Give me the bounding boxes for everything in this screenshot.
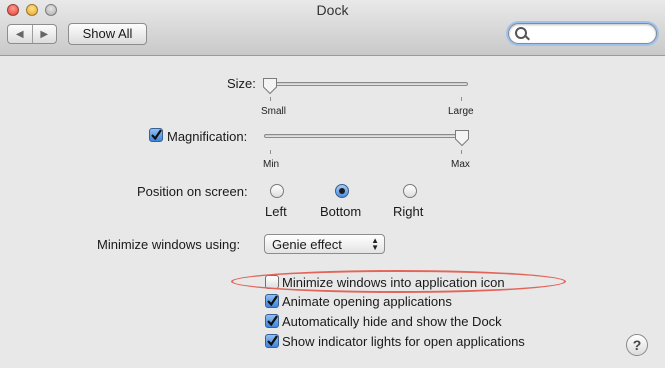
show-all-button[interactable]: Show All bbox=[68, 23, 147, 45]
indicator-lights-label: Show indicator lights for open applicati… bbox=[282, 334, 525, 349]
back-forward-control: ◀ ▶ bbox=[7, 24, 57, 44]
magnification-max-label: Max bbox=[451, 159, 470, 170]
search-icon bbox=[515, 27, 527, 39]
indicator-lights-checkbox[interactable] bbox=[265, 334, 279, 348]
magnification-slider-thumb[interactable] bbox=[454, 129, 470, 147]
dock-preferences-window: Dock ◀ ▶ Show All Size: Small Large Magn… bbox=[0, 0, 665, 368]
size-min-label: Small bbox=[261, 106, 287, 117]
position-label: Position on screen: bbox=[137, 184, 248, 199]
highlight-oval bbox=[231, 270, 566, 293]
magnification-min-label: Min bbox=[263, 159, 280, 170]
checkmark-icon bbox=[151, 129, 162, 141]
magnification-max-tick bbox=[461, 150, 462, 154]
size-slider-thumb[interactable] bbox=[262, 77, 278, 95]
size-min-tick bbox=[270, 97, 271, 101]
animate-opening-checkbox[interactable] bbox=[265, 294, 279, 308]
popup-arrows-icon: ▲ ▼ bbox=[371, 236, 379, 252]
size-max-label: Large bbox=[448, 106, 474, 117]
search-field[interactable] bbox=[508, 23, 657, 44]
back-icon[interactable]: ◀ bbox=[8, 25, 32, 43]
minimize-effect-value: Genie effect bbox=[272, 237, 342, 252]
autohide-dock-checkbox[interactable] bbox=[265, 314, 279, 328]
position-bottom-radio[interactable] bbox=[335, 184, 349, 198]
help-button[interactable]: ? bbox=[626, 334, 648, 356]
checkmark-icon bbox=[267, 335, 278, 347]
position-bottom-label: Bottom bbox=[320, 204, 362, 219]
animate-opening-label: Animate opening applications bbox=[282, 294, 452, 309]
magnification-label: Magnification: bbox=[167, 129, 248, 144]
magnification-min-tick bbox=[270, 150, 271, 154]
size-label: Size: bbox=[227, 76, 256, 91]
position-right-radio[interactable] bbox=[403, 184, 417, 198]
minimize-effect-label: Minimize windows using: bbox=[97, 237, 241, 252]
minimize-effect-popup[interactable]: Genie effect ▲ ▼ bbox=[264, 234, 385, 254]
window-title: Dock bbox=[316, 2, 349, 18]
position-left-radio[interactable] bbox=[270, 184, 284, 198]
search-input[interactable] bbox=[531, 26, 655, 42]
checkmark-icon bbox=[267, 315, 278, 327]
magnification-slider-track[interactable] bbox=[264, 134, 468, 138]
magnification-checkbox[interactable] bbox=[149, 128, 163, 142]
position-left-label: Left bbox=[265, 204, 287, 219]
size-max-tick bbox=[461, 97, 462, 101]
autohide-dock-label: Automatically hide and show the Dock bbox=[282, 314, 502, 329]
forward-icon[interactable]: ▶ bbox=[31, 25, 57, 43]
toolbar: Dock ◀ ▶ Show All bbox=[0, 0, 665, 56]
position-right-label: Right bbox=[393, 204, 424, 219]
checkmark-icon bbox=[267, 295, 278, 307]
size-slider-track[interactable] bbox=[264, 82, 468, 86]
